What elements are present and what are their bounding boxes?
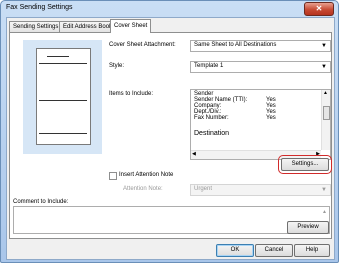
cover-sheet-attachment-label: Cover Sheet Attachment: <box>109 42 176 48</box>
comment-label: Comment to Include: <box>13 199 69 205</box>
attention-note-dropdown[interactable]: Urgent ▼ <box>190 184 331 196</box>
style-label: Style: <box>109 63 125 69</box>
style-value: Template 1 <box>194 63 224 69</box>
list-item: Fax Number: Yes <box>194 115 314 121</box>
preview-line <box>39 133 87 134</box>
cancel-button[interactable]: Cancel <box>255 244 293 257</box>
preview-button[interactable]: Preview <box>287 221 329 234</box>
cover-sheet-panel: Cover Sheet Attachment: Same Sheet to Al… <box>9 32 332 239</box>
chevron-down-icon: ▼ <box>321 187 327 193</box>
preview-line <box>47 56 69 57</box>
cover-sheet-attachment-dropdown[interactable]: Same Sheet to All Destinations ▼ <box>190 40 331 52</box>
comment-textarea[interactable]: ▲ ▼ <box>13 206 330 234</box>
attention-note-label: Attention Note: <box>123 186 163 192</box>
chevron-left-icon[interactable]: ◀ <box>192 151 196 157</box>
item-key: Fax Number: <box>194 115 229 121</box>
dialog-window: Fax Sending Settings ✕ Sending Settings … <box>0 0 339 263</box>
cover-sheet-attachment-value: Same Sheet to All Destinations <box>194 42 277 48</box>
preview-line <box>39 100 87 101</box>
close-button[interactable]: ✕ <box>304 2 334 16</box>
insert-attention-note-label: Insert Attention Note <box>119 172 174 178</box>
help-button[interactable]: Help <box>294 244 330 257</box>
scroll-thumb[interactable] <box>323 106 330 120</box>
title-bar: Fax Sending Settings ✕ <box>1 1 338 17</box>
style-dropdown[interactable]: Template 1 ▼ <box>190 61 331 73</box>
dialog-client: Sending Settings Edit Address Book Cover… <box>6 17 335 260</box>
item-key: Destination <box>194 130 230 137</box>
items-to-include-label: Items to Include: <box>109 91 154 97</box>
cover-sheet-preview <box>23 40 102 154</box>
tab-sending-settings[interactable]: Sending Settings <box>9 21 63 32</box>
settings-button[interactable]: Settings... <box>278 155 332 174</box>
tab-edit-address-book[interactable]: Edit Address Book <box>59 21 117 32</box>
preview-page <box>36 48 91 145</box>
attention-note-value: Urgent <box>194 186 213 192</box>
insert-attention-note-checkbox[interactable] <box>109 172 117 180</box>
tab-cover-sheet[interactable]: Cover Sheet <box>110 19 152 33</box>
chevron-down-icon: ▼ <box>321 43 327 49</box>
list-item: Destination <box>194 130 314 137</box>
chevron-right-icon[interactable]: ▶ <box>316 151 320 157</box>
preview-line <box>39 63 87 64</box>
chevron-up-icon: ▲ <box>322 209 327 215</box>
window-title: Fax Sending Settings <box>6 4 73 11</box>
items-to-include-list[interactable]: Sender Sender Name (TTI): Yes Company: Yes… <box>190 89 331 160</box>
vertical-scrollbar[interactable]: ▲ <box>321 90 330 150</box>
chevron-up-icon[interactable]: ▲ <box>323 90 328 96</box>
item-value: Yes <box>266 115 276 121</box>
ok-button[interactable]: OK <box>216 244 254 257</box>
chevron-down-icon: ▼ <box>321 64 327 70</box>
